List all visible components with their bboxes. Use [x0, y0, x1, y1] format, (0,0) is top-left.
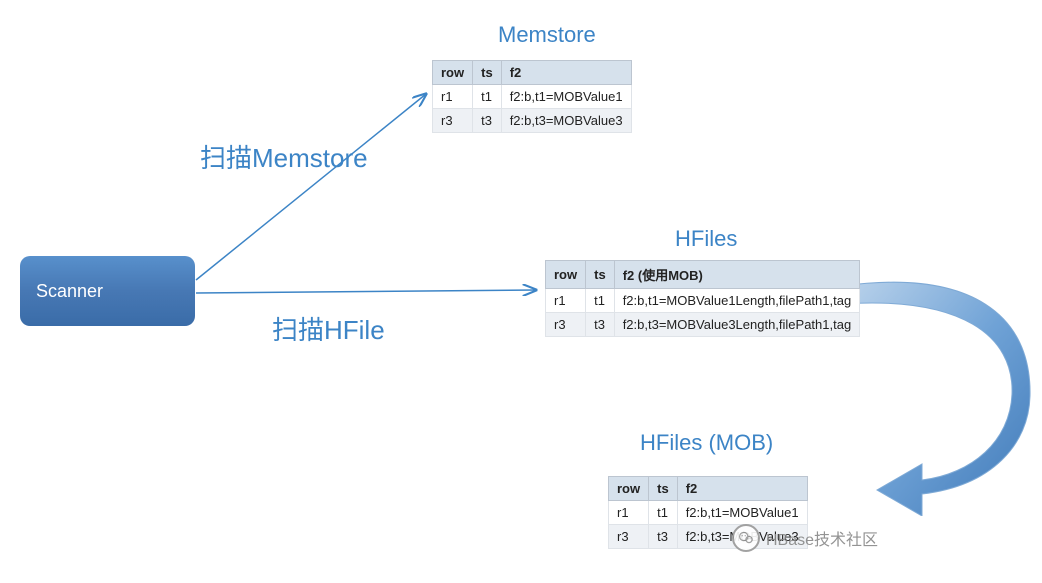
scanner-label: Scanner [36, 281, 103, 302]
table-hfiles-mob: row ts f2 r1 t1 f2:b,t1=MOBValue1 r3 t3 … [608, 476, 808, 549]
table-row: r3 t3 f2:b,t3=MOBValue3 [433, 109, 632, 133]
table-header: f2 [677, 477, 807, 501]
table-row: r1 t1 f2:b,t1=MOBValue1 [609, 501, 808, 525]
table-row: r3 t3 f2:b,t3=MOBValue3 [609, 525, 808, 549]
table-header: ts [586, 261, 615, 289]
arrow-scanner-to-memstore [196, 94, 426, 280]
title-memstore: Memstore [498, 22, 596, 48]
title-hfiles: HFiles [675, 226, 737, 252]
label-scan-hfile: 扫描HFile [272, 310, 385, 347]
table-memstore: row ts f2 r1 t1 f2:b,t1=MOBValue1 r3 t3 … [432, 60, 632, 133]
arrow-scanner-to-hfiles [196, 290, 536, 293]
label-scan-memstore: 扫描Memstore [200, 138, 368, 175]
table-header: ts [649, 477, 678, 501]
table-header: f2 [501, 61, 631, 85]
table-row: r1 t1 f2:b,t1=MOBValue1Length,filePath1,… [546, 289, 860, 313]
table-header: row [546, 261, 586, 289]
table-header: row [433, 61, 473, 85]
table-hfiles: row ts f2 (使用MOB) r1 t1 f2:b,t1=MOBValue… [545, 260, 860, 337]
table-header: row [609, 477, 649, 501]
table-header: ts [473, 61, 502, 85]
table-row: r1 t1 f2:b,t1=MOBValue1 [433, 85, 632, 109]
table-header: f2 (使用MOB) [614, 261, 860, 289]
table-row: r3 t3 f2:b,t3=MOBValue3Length,filePath1,… [546, 313, 860, 337]
scanner-node: Scanner [20, 256, 195, 326]
title-hfiles-mob: HFiles (MOB) [640, 430, 773, 456]
